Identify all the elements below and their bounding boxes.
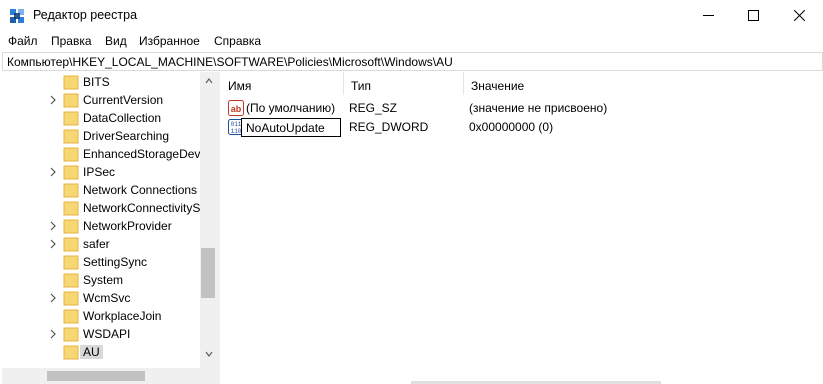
tree-item-label: AU (80, 345, 103, 359)
tree-item-label: IPSec (83, 165, 116, 179)
tree-item[interactable]: SettingSync (2, 253, 198, 271)
tree-item[interactable]: BITS (2, 73, 198, 91)
folder-icon (63, 111, 79, 126)
minimize-icon (703, 15, 714, 16)
maximize-icon (748, 10, 759, 21)
folder-icon (63, 309, 79, 324)
tree-item[interactable]: safer (2, 235, 198, 253)
chevron-right-icon[interactable] (49, 95, 57, 105)
folder-icon (63, 201, 79, 216)
folder-icon (63, 183, 79, 198)
maximize-button[interactable] (731, 0, 777, 31)
tree-vertical-scrollbar[interactable] (200, 72, 215, 372)
menu-file[interactable]: Файл (8, 34, 38, 48)
tree-item[interactable]: EnhancedStorageDevi (2, 145, 203, 163)
chevron-right-icon[interactable] (49, 329, 57, 339)
menu-help[interactable]: Справка (214, 34, 261, 48)
tree-item-selected[interactable]: AU (2, 343, 198, 361)
tree-item[interactable]: Network Connections (2, 181, 198, 199)
tree-item-label: DataCollection (83, 111, 162, 125)
tree-item-label: DriverSearching (83, 129, 170, 143)
tree-item[interactable]: WSDAPI (2, 325, 198, 343)
tree-item-label: safer (83, 237, 110, 251)
menu-bar: Файл Правка Вид Избранное Справка (0, 31, 823, 51)
close-icon (794, 10, 805, 21)
values-list[interactable]: Имя Тип Значение ab (По умолчанию) REG_S… (221, 72, 823, 384)
list-horizontal-scrollbar[interactable] (221, 377, 823, 384)
value-name: (По умолчанию) (246, 101, 336, 115)
key-tree[interactable]: BITS CurrentVersion DataCollection Drive… (2, 72, 216, 384)
scroll-down-icon[interactable] (205, 351, 213, 357)
close-button[interactable] (777, 0, 823, 31)
tree-item-label: WSDAPI (83, 327, 131, 341)
column-header-type[interactable]: Тип (344, 72, 464, 95)
folder-icon (63, 165, 79, 180)
value-data: (значение не присвоено) (469, 101, 608, 115)
scrollbar-thumb[interactable] (201, 248, 215, 298)
folder-icon (63, 147, 79, 162)
tree-item-label: WcmSvc (83, 291, 131, 305)
scroll-up-icon[interactable] (205, 78, 213, 84)
string-value-icon: ab (228, 100, 244, 116)
tree-item-label: SettingSync (83, 255, 148, 269)
tree-item[interactable]: CurrentVersion (2, 91, 198, 109)
column-value-label: Значение (471, 79, 525, 93)
tree-item-label: NetworkProvider (83, 219, 172, 233)
tree-item-label: CurrentVersion (83, 93, 164, 107)
folder-icon (63, 255, 79, 270)
tree-item[interactable]: System (2, 271, 198, 289)
tree-item[interactable]: NetworkProvider (2, 217, 198, 235)
value-type: REG_DWORD (349, 120, 429, 134)
menu-edit[interactable]: Правка (51, 34, 92, 48)
tree-item[interactable]: DriverSearching (2, 127, 198, 145)
tree-item[interactable]: IPSec (2, 163, 198, 181)
tree-item-label: WorkplaceJoin (83, 309, 162, 323)
chevron-right-icon[interactable] (49, 239, 57, 249)
value-row-editing[interactable]: 011 110 NoAutoUpdate REG_DWORD 0x0000000… (221, 117, 823, 137)
svg-text:ab: ab (231, 104, 242, 114)
regedit-icon (10, 9, 24, 23)
value-type: REG_SZ (349, 101, 398, 115)
value-data: 0x00000000 (0) (469, 120, 554, 134)
tree-item[interactable]: WorkplaceJoin (2, 307, 198, 325)
folder-icon (63, 75, 79, 90)
menu-favorites[interactable]: Избранное (139, 34, 200, 48)
rename-input-text[interactable]: NoAutoUpdate (246, 121, 325, 135)
tree-item-label: System (83, 273, 124, 287)
value-row[interactable]: ab (По умолчанию) REG_SZ (значение не пр… (221, 98, 823, 118)
folder-icon (63, 237, 79, 252)
scrollbar-thumb[interactable] (47, 371, 145, 381)
tree-horizontal-scrollbar[interactable] (2, 368, 215, 384)
column-name-label: Имя (228, 79, 252, 93)
folder-icon (63, 93, 79, 108)
address-path[interactable]: Компьютер\HKEY_LOCAL_MACHINE\SOFTWARE\Po… (7, 55, 453, 69)
column-type-label: Тип (351, 79, 372, 93)
folder-icon (63, 273, 79, 288)
rename-input[interactable]: NoAutoUpdate (241, 118, 341, 137)
folder-icon (63, 291, 79, 306)
tree-item-label: Network Connections (83, 183, 198, 197)
window-title: Редактор реестра (33, 8, 138, 22)
chevron-right-icon[interactable] (49, 221, 57, 231)
column-header-value[interactable]: Значение (464, 72, 664, 95)
address-bar[interactable]: Компьютер\HKEY_LOCAL_MACHINE\SOFTWARE\Po… (2, 52, 823, 71)
tree-item[interactable]: WcmSvc (2, 289, 198, 307)
tree-item-label: NetworkConnectivityS (83, 201, 201, 215)
menu-view[interactable]: Вид (105, 34, 127, 48)
tree-item[interactable]: DataCollection (2, 109, 198, 127)
title-bar: Редактор реестра (0, 0, 823, 31)
folder-icon (63, 129, 79, 144)
minimize-button[interactable] (686, 0, 732, 31)
tree-item-label: EnhancedStorageDevi (83, 147, 204, 161)
folder-icon (63, 345, 79, 360)
folder-icon (63, 219, 79, 234)
folder-icon (63, 327, 79, 342)
chevron-right-icon[interactable] (49, 293, 57, 303)
chevron-right-icon[interactable] (49, 167, 57, 177)
pane-splitter[interactable] (216, 72, 220, 384)
tree-item-label: BITS (83, 75, 110, 89)
tree-item[interactable]: NetworkConnectivityS (2, 199, 201, 217)
column-header-name[interactable]: Имя (221, 72, 344, 95)
